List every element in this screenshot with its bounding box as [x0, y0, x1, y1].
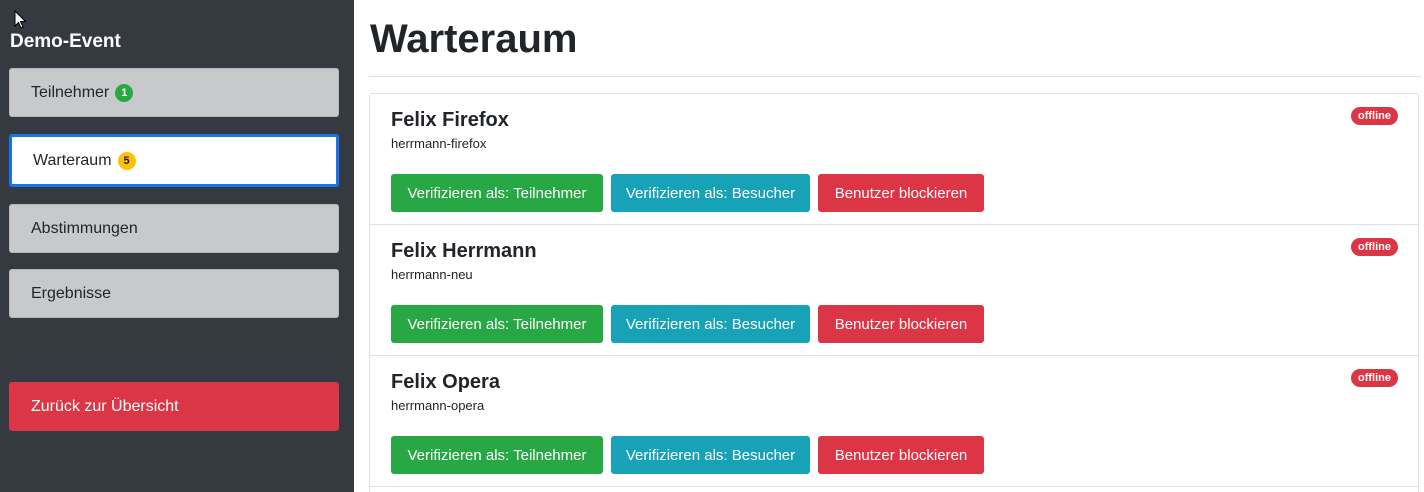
user-handle: herrmann-firefox: [391, 136, 487, 151]
back-to-overview-button[interactable]: Zurück zur Übersicht: [9, 382, 339, 431]
nav-item-warteraum[interactable]: Warteraum 5: [9, 134, 339, 187]
app: Demo-Event Teilnehmer 1 Warteraum 5 Abst…: [0, 0, 1424, 492]
user-name: Felix Herrmann: [391, 240, 537, 262]
main-content: Warteraum Felix Firefox herrmann-firefox…: [354, 0, 1424, 492]
page-title: Warteraum: [370, 17, 578, 61]
event-title: Demo-Event: [10, 31, 121, 52]
block-user-button[interactable]: Benutzer blockieren: [818, 436, 984, 474]
nav-item-teilnehmer[interactable]: Teilnehmer 1: [9, 68, 339, 117]
status-badge: offline: [1351, 107, 1398, 125]
user-name: Felix Firefox: [391, 109, 509, 131]
user-handle: herrmann-opera: [391, 398, 485, 413]
user-actions: Verifizieren als: Teilnehmer Verifiziere…: [391, 174, 984, 212]
verify-participant-button[interactable]: Verifizieren als: Teilnehmer: [391, 436, 603, 474]
verify-participant-button[interactable]: Verifizieren als: Teilnehmer: [391, 305, 603, 343]
verify-visitor-button[interactable]: Verifizieren als: Besucher: [611, 174, 810, 212]
status-badge: offline: [1351, 238, 1398, 256]
status-badge: offline: [1351, 369, 1398, 387]
title-divider: [369, 76, 1421, 77]
user-name: Felix Opera: [391, 371, 500, 393]
count-badge: 1: [115, 83, 134, 102]
nav-item-label: Abstimmungen: [31, 219, 138, 237]
user-card: Felix Opera herrmann-opera offline Verif…: [370, 356, 1418, 487]
user-actions: Verifizieren als: Teilnehmer Verifiziere…: [391, 305, 984, 343]
nav-item-abstimmungen[interactable]: Abstimmungen: [9, 204, 339, 253]
nav-item-label: Ergebnisse: [31, 284, 112, 302]
nav-item-ergebnisse[interactable]: Ergebnisse: [9, 269, 339, 318]
nav-item-label: Warteraum: [33, 151, 112, 169]
block-user-button[interactable]: Benutzer blockieren: [818, 305, 984, 343]
verify-visitor-button[interactable]: Verifizieren als: Besucher: [611, 436, 810, 474]
nav-item-label: Teilnehmer: [31, 83, 110, 101]
user-card: Felix Herrmann herrmann-neu offline Veri…: [370, 225, 1418, 356]
sidebar: Demo-Event Teilnehmer 1 Warteraum 5 Abst…: [0, 0, 354, 492]
waiting-user-list: Felix Firefox herrmann-firefox offline V…: [369, 93, 1419, 492]
mouse-cursor-icon: [14, 10, 27, 29]
user-handle: herrmann-neu: [391, 267, 473, 282]
user-actions: Verifizieren als: Teilnehmer Verifiziere…: [391, 436, 984, 474]
count-badge: 5: [117, 151, 136, 170]
block-user-button[interactable]: Benutzer blockieren: [818, 174, 984, 212]
user-card: Felix Firefox herrmann-firefox offline V…: [370, 94, 1418, 225]
verify-visitor-button[interactable]: Verifizieren als: Besucher: [611, 305, 810, 343]
verify-participant-button[interactable]: Verifizieren als: Teilnehmer: [391, 174, 603, 212]
